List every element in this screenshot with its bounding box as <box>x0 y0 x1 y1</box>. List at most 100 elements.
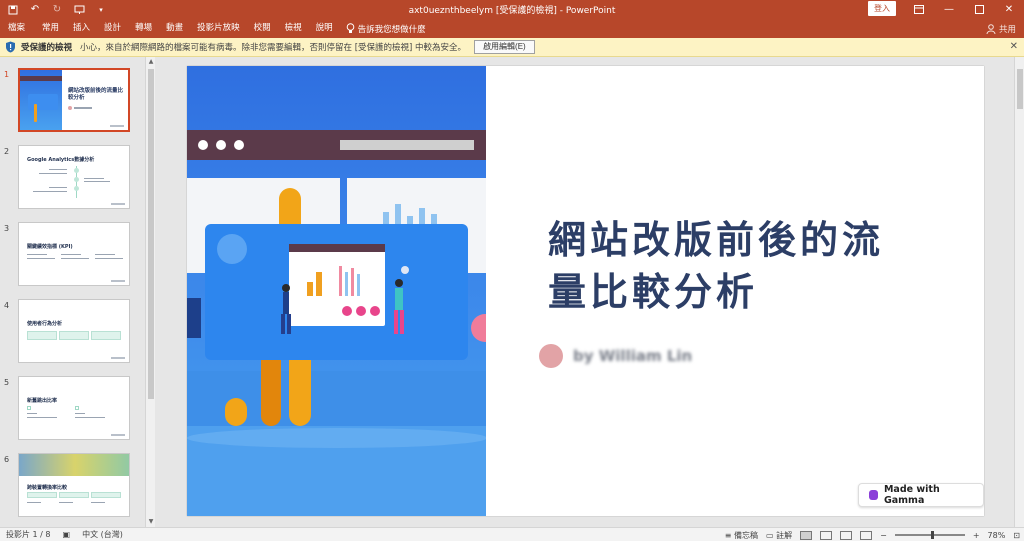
notes-button[interactable]: ≡ 備忘稿 <box>725 530 758 541</box>
thumbnail-title: 網站改版前後的流量比較分析 <box>68 88 124 101</box>
thumbnail-1[interactable]: 1 網站改版前後的流量比較分析 <box>0 68 145 138</box>
tell-me-search[interactable]: 告訴我您想做什麼 <box>340 23 426 35</box>
slideshow-view-icon[interactable] <box>860 530 873 540</box>
scrollbar-thumb[interactable] <box>148 69 154 399</box>
scroll-up-icon[interactable]: ▲ <box>146 57 156 67</box>
tab-file[interactable]: 檔案 <box>0 19 35 38</box>
person-figure <box>283 292 289 314</box>
brand-logo <box>217 234 247 264</box>
slide-sorter-view-icon[interactable] <box>820 530 833 540</box>
thumbnail-dot <box>74 177 79 182</box>
thumbnail-text-line <box>33 191 67 192</box>
person-leg <box>287 314 291 334</box>
tab-transitions[interactable]: 轉場 <box>128 19 159 38</box>
author-byline[interactable]: by William Lin <box>539 344 692 368</box>
present-icon[interactable] <box>72 3 86 17</box>
slide-title[interactable]: 網站改版前後的流 量比較分析 <box>548 214 908 318</box>
reading-view-icon[interactable] <box>840 530 853 540</box>
thumbnail-title: 新舊跳出比率 <box>27 398 58 404</box>
thumbnail-5[interactable]: 5 新舊跳出比率 <box>0 376 145 446</box>
slide-scrollbar[interactable] <box>1014 57 1024 527</box>
thumbnail-title: Google Analytics數據分析 <box>27 157 95 163</box>
tab-slideshow[interactable]: 投影片放映 <box>190 19 247 38</box>
zoom-slider-knob[interactable] <box>930 531 934 539</box>
thumbnail-checkbox <box>75 406 79 410</box>
thumbnail-preview: 跨裝置轉換率比較 <box>18 453 130 517</box>
shield-icon <box>6 41 15 53</box>
enable-editing-button[interactable]: 啟用編輯(E) <box>474 40 535 54</box>
tab-review[interactable]: 校閱 <box>247 19 278 38</box>
tab-help[interactable]: 說明 <box>309 19 340 38</box>
thumbnail-browser-bar <box>20 76 62 81</box>
window-dot <box>234 140 244 150</box>
zoom-out-icon[interactable]: − <box>880 531 887 540</box>
thumbnail-preview: 新舊跳出比率 <box>18 376 130 440</box>
thumbnail-footer <box>111 434 125 436</box>
floor-highlight <box>187 428 486 448</box>
notes-label: 備忘稿 <box>734 530 758 540</box>
tab-animations[interactable]: 動畫 <box>159 19 190 38</box>
ribbon-display-icon[interactable] <box>904 0 934 19</box>
gamma-logo-icon <box>869 490 878 500</box>
maximize-icon[interactable] <box>964 0 994 19</box>
thumbnail-card <box>28 94 58 110</box>
chart-bar <box>345 272 348 296</box>
save-icon[interactable] <box>6 3 20 17</box>
share-button[interactable]: 共用 <box>986 19 1016 38</box>
thumbnail-2[interactable]: 2 Google Analytics數據分析 <box>0 145 145 215</box>
slide-editing-area: 網站改版前後的流 量比較分析 by William Lin Made with … <box>156 57 1024 527</box>
pie-chart <box>342 306 352 316</box>
zoom-in-icon[interactable]: + <box>973 531 980 540</box>
signin-button[interactable]: 登入 <box>868 1 896 16</box>
language-indicator[interactable]: 中文 (台灣) <box>76 529 129 540</box>
person-head <box>395 279 403 287</box>
thumbnail-text-line <box>27 254 47 255</box>
thumbnail-text-line <box>27 502 41 503</box>
protected-view-title: 受保護的檢視 <box>21 43 73 53</box>
thumbnail-footer <box>111 357 125 359</box>
person-leg <box>281 314 285 334</box>
thumbnail-preview: 使用者行為分析 <box>18 299 130 363</box>
normal-view-icon[interactable] <box>800 530 813 540</box>
scrollbar-thumb[interactable] <box>1017 69 1023 109</box>
thumbnail-checkbox <box>27 406 31 410</box>
zoom-level[interactable]: 78% <box>988 531 1006 540</box>
chevron-down-icon[interactable]: ▾ <box>94 3 108 17</box>
minimize-icon[interactable]: — <box>934 0 964 19</box>
ribbon-tabs: 檔案 常用 插入 設計 轉場 動畫 投影片放映 校閱 檢視 說明 告訴我您想做什… <box>0 19 1024 38</box>
thumbnail-4[interactable]: 4 使用者行為分析 <box>0 299 145 369</box>
redo-icon[interactable]: ↻ <box>50 3 64 17</box>
tab-home[interactable]: 常用 <box>35 19 66 38</box>
scroll-down-icon[interactable]: ▼ <box>146 517 156 527</box>
made-with-gamma-badge[interactable]: Made with Gamma <box>858 483 984 507</box>
fit-to-window-icon[interactable]: ⊡ <box>1013 531 1020 540</box>
close-icon[interactable]: ✕ <box>994 0 1024 19</box>
close-icon[interactable]: ✕ <box>1010 41 1018 52</box>
lightbulb-icon <box>346 23 354 33</box>
thumbnail-number: 2 <box>4 147 10 156</box>
thumbnail-text-line <box>75 417 105 418</box>
thumbnail-footer <box>111 203 125 205</box>
thumbnail-text-line <box>27 417 57 418</box>
spellcheck-icon[interactable]: ▣ <box>57 530 77 539</box>
comments-button[interactable]: ▭ 註解 <box>766 530 792 541</box>
tab-design[interactable]: 設計 <box>97 19 128 38</box>
tab-insert[interactable]: 插入 <box>66 19 97 38</box>
thumbnails-scrollbar[interactable]: ▲ ▼ <box>145 57 155 527</box>
person-figure <box>395 288 403 310</box>
thumbnail-text-line <box>95 254 115 255</box>
thumbnail-footer <box>111 280 125 282</box>
zoom-slider[interactable] <box>894 531 965 539</box>
thumbnail-3[interactable]: 3 關鍵績效指標 (KPI) <box>0 222 145 292</box>
undo-icon[interactable]: ↶ <box>28 3 42 17</box>
slide-canvas[interactable]: 網站改版前後的流 量比較分析 by William Lin Made with … <box>187 66 984 516</box>
status-controls: ≡ 備忘稿 ▭ 註解 − + 78% ⊡ <box>725 528 1020 541</box>
address-bar <box>340 140 474 150</box>
thumbnail-card <box>27 331 57 340</box>
tab-view[interactable]: 檢視 <box>278 19 309 38</box>
thumbnail-6[interactable]: 6 跨裝置轉換率比較 <box>0 453 145 523</box>
person-leg <box>394 310 398 334</box>
thumbnail-text-line <box>59 502 73 503</box>
thumbnail-text-line <box>27 258 55 259</box>
thumbnail-number: 4 <box>4 301 10 310</box>
